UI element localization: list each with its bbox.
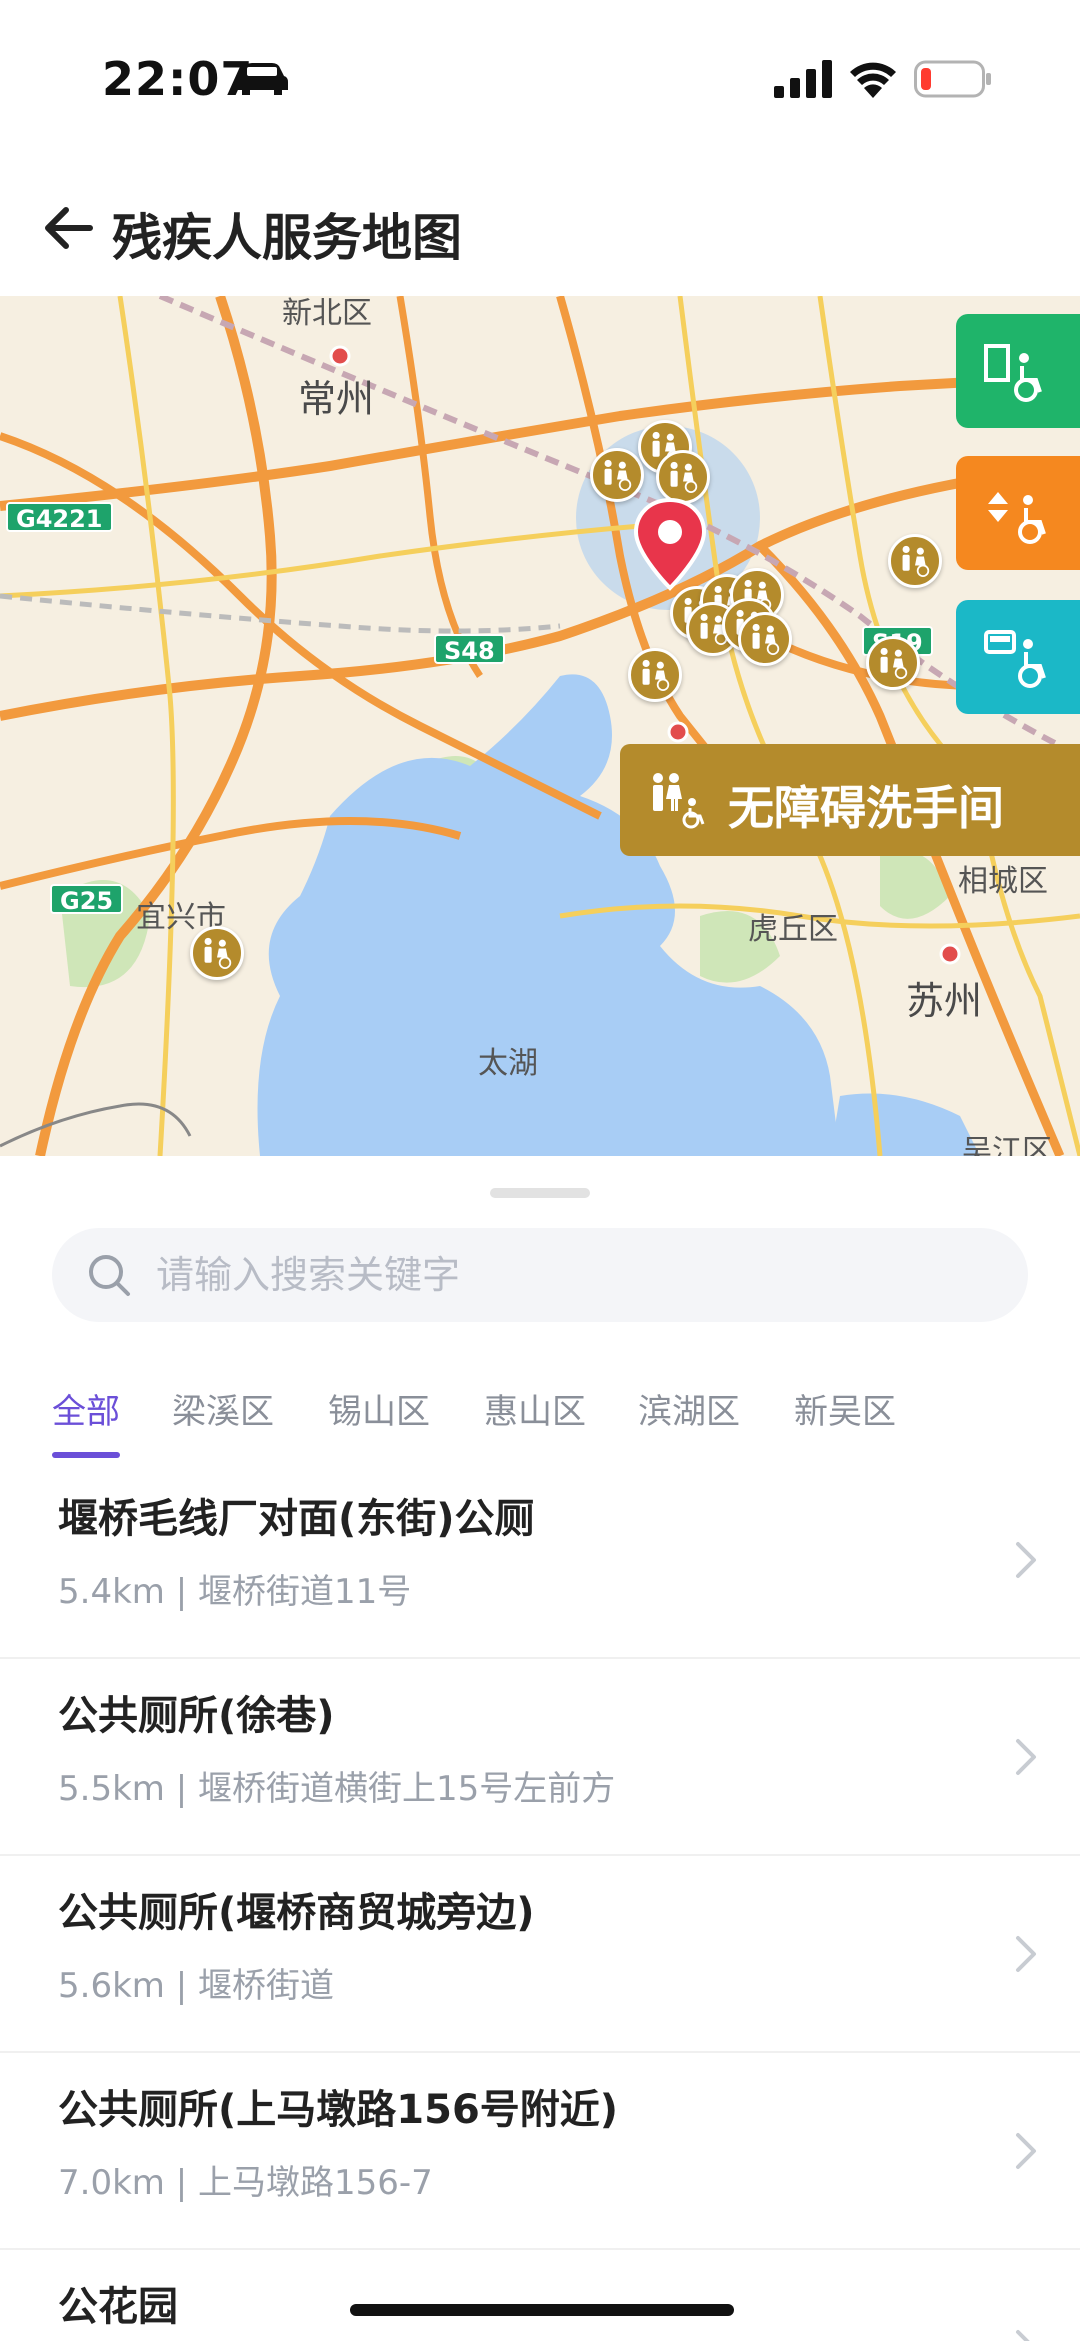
map-label: 苏州 [906,979,983,1023]
map-view[interactable]: 新北区 常州 G4221 S48 S19 G25 宜兴市 太湖 虎丘区 苏州 相… [0,296,1080,1156]
drag-handle[interactable] [490,1188,590,1198]
tab-active-indicator [52,1452,120,1458]
chevron-right-icon [1016,1739,1036,1775]
map-label: 常州 [298,377,375,421]
map-label: 新北区 [282,296,372,331]
accessible-toilet-marker[interactable] [628,648,682,702]
car-icon [236,63,288,95]
page-title: 残疾人服务地图 [112,209,462,267]
status-bar: 22:07 [0,0,1080,150]
location-pin-icon [633,497,707,591]
map-label: 太湖 [478,1046,538,1081]
back-arrow-icon[interactable] [40,200,96,256]
item-title: 堰桥毛线厂对面(东街)公厕 [58,1496,535,1542]
parking-bus-icon [984,630,1046,688]
search-bar[interactable] [52,1228,1028,1322]
item-subtitle: 5.5km | 堰桥街道横街上15号左前方 [58,1769,616,1809]
road-badge: G4221 [6,502,113,533]
list-item[interactable]: 公花园 [0,2250,1080,2341]
tab-xishan[interactable]: 锡山区 [328,1384,430,1433]
tab-xinwu[interactable]: 新吴区 [794,1384,896,1433]
accessible-toilet-filter-banner[interactable]: 无障碍洗手间 [620,744,1080,856]
item-subtitle: 5.6km | 堰桥街道 [58,1966,334,2006]
search-icon [89,1255,130,1296]
list-item[interactable]: 堰桥毛线厂对面(东街)公厕 5.4km | 堰桥街道11号 [0,1462,1080,1659]
search-input[interactable] [156,1228,996,1322]
tab-binhu[interactable]: 滨湖区 [638,1384,740,1433]
chevron-right-icon [1016,1936,1036,1972]
filter-banner-label: 无障碍洗手间 [728,781,1004,835]
item-title: 公花园 [58,2284,178,2330]
map-label: 虎丘区 [748,912,838,947]
tab-huishan[interactable]: 惠山区 [484,1384,586,1433]
location-list: 堰桥毛线厂对面(东街)公厕 5.4km | 堰桥街道11号 公共厕所(徐巷) 5… [0,1462,1080,2341]
accessible-toilet-marker[interactable] [888,534,942,588]
accessible-entrance-filter-button[interactable] [956,314,1080,428]
item-subtitle: 7.0km | 上马墩路156-7 [58,2163,433,2203]
accessible-door-icon [984,344,1042,402]
accessible-parking-filter-button[interactable] [956,600,1080,714]
accessible-toilet-marker[interactable] [590,448,644,502]
item-title: 公共厕所(上马墩路156号附近) [58,2087,619,2133]
map-label: 吴江区 [962,1134,1052,1156]
road-badge: S48 [434,634,505,665]
accessible-toilet-marker[interactable] [190,926,244,980]
item-title: 公共厕所(堰桥商贸城旁边) [58,1890,535,1936]
accessible-toilet-icon [653,773,705,829]
accessible-toilet-marker[interactable] [738,612,792,666]
chevron-right-icon [1016,2133,1036,2169]
item-title: 公共厕所(徐巷) [58,1693,335,1739]
list-item[interactable]: 公共厕所(徐巷) 5.5km | 堰桥街道横街上15号左前方 [0,1659,1080,1856]
chevron-right-icon [1016,2330,1030,2341]
road-badge: G25 [50,884,124,915]
map-base [0,296,1080,1156]
list-item[interactable]: 公共厕所(上马墩路156号附近) 7.0km | 上马墩路156-7 [0,2053,1080,2250]
item-subtitle: 5.4km | 堰桥街道11号 [58,1572,412,1612]
battery-low-icon [914,60,991,98]
status-time: 22:07 [102,52,254,106]
chevron-right-icon [1016,1542,1036,1578]
tab-all[interactable]: 全部 [52,1384,120,1433]
list-item[interactable]: 公共厕所(堰桥商贸城旁边) 5.6km | 堰桥街道 [0,1856,1080,2053]
accessible-toilet-marker[interactable] [866,636,920,690]
elevator-icon [988,492,1046,544]
district-tabs: 全部 梁溪区 锡山区 惠山区 滨湖区 新吴区 [0,1352,1080,1462]
accessible-elevator-filter-button[interactable] [956,456,1080,570]
map-label: 相城区 [958,864,1048,899]
nav-header: 残疾人服务地图 [0,150,1080,296]
cellular-signal-icon [774,60,832,98]
bottom-sheet: 全部 梁溪区 锡山区 惠山区 滨湖区 新吴区 堰桥毛线厂对面(东街)公厕 5.4… [0,1156,1080,2341]
home-indicator[interactable] [350,2304,734,2316]
wifi-icon [850,62,896,98]
tab-liangxi[interactable]: 梁溪区 [172,1384,274,1433]
